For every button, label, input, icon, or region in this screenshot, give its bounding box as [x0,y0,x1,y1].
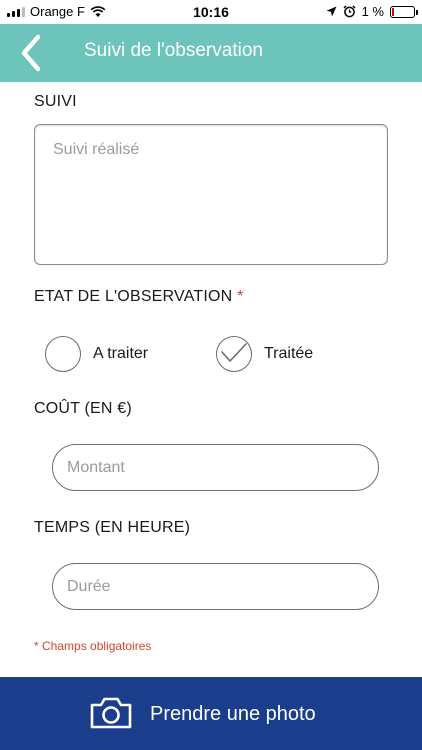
radio-circle-unchecked[interactable] [45,336,81,372]
required-fields-note: * Champs obligatoires [34,639,152,653]
take-photo-button[interactable]: Prendre une photo [0,677,422,750]
required-asterisk: * [237,288,244,305]
duree-input[interactable] [52,563,379,610]
battery-icon [390,5,418,18]
back-button[interactable] [14,32,54,74]
radio-circle-checked[interactable] [216,336,252,372]
temps-label: TEMPS (EN HEURE) [34,519,191,536]
battery-percent: 1 % [361,4,384,19]
radio-a-traiter[interactable]: A traiter [45,336,148,372]
montant-input[interactable] [52,444,379,491]
page-title: Suivi de l'observation [84,40,263,61]
location-arrow-icon [326,6,337,17]
checkmark-icon [221,343,247,362]
radio-traitee[interactable]: Traitée [216,336,313,372]
alarm-icon [343,5,356,18]
app-header: Suivi de l'observation [0,24,422,82]
status-bar: Orange F 10:16 1 % [0,0,422,24]
etat-label: ETAT DE L'OBSERVATION * [34,288,244,306]
etat-label-text: ETAT DE L'OBSERVATION [34,288,233,305]
radio-label-traitee: Traitée [264,345,314,362]
suivi-textarea[interactable] [34,124,388,265]
radio-label-a-traiter: A traiter [93,345,149,362]
chevron-left-icon [21,34,41,72]
status-right: 1 % [326,4,418,19]
take-photo-label: Prendre une photo [150,703,316,725]
suivi-label: SUIVI [34,93,77,110]
cout-label: COÛT (EN €) [34,400,132,417]
camera-icon [90,697,132,729]
